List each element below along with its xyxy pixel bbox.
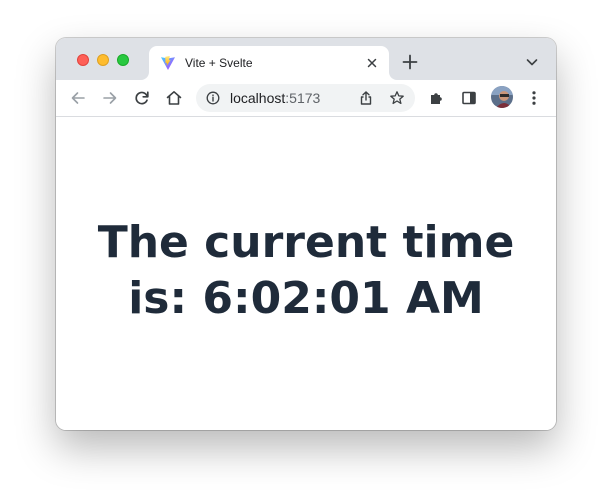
vite-logo-icon xyxy=(161,56,175,70)
time-line-1: The current time xyxy=(97,217,515,268)
browser-window: Vite + Svelte localhost:5173 The current… xyxy=(56,38,556,430)
tab-strip: Vite + Svelte xyxy=(56,38,556,80)
window-minimize-button[interactable] xyxy=(97,54,109,66)
page-viewport: The current time is: 6:02:01 AM xyxy=(56,117,556,430)
close-icon[interactable] xyxy=(365,56,379,70)
side-panel-icon[interactable] xyxy=(459,88,479,108)
tab-title: Vite + Svelte xyxy=(185,56,253,70)
star-icon[interactable] xyxy=(389,90,405,106)
profile-photo-icon xyxy=(491,86,513,108)
chevron-down-icon[interactable] xyxy=(524,54,540,70)
window-close-button[interactable] xyxy=(77,54,89,66)
plus-icon[interactable] xyxy=(400,52,420,72)
address-bar[interactable]: localhost:5173 xyxy=(196,84,415,112)
toolbar: localhost:5173 xyxy=(56,80,556,117)
home-icon[interactable] xyxy=(164,88,184,108)
kebab-menu-icon[interactable] xyxy=(524,88,544,108)
url-text[interactable]: localhost:5173 xyxy=(230,90,320,106)
time-line-2: is: 6:02:01 AM xyxy=(128,273,484,324)
url-port: :5173 xyxy=(285,90,321,106)
arrow-right-icon[interactable] xyxy=(100,88,120,108)
arrow-left-icon[interactable] xyxy=(68,88,88,108)
info-icon[interactable] xyxy=(206,91,220,105)
puzzle-icon[interactable] xyxy=(427,88,447,108)
url-host: localhost xyxy=(230,90,286,106)
window-maximize-button[interactable] xyxy=(117,54,129,66)
share-icon[interactable] xyxy=(358,90,374,106)
tab-active[interactable]: Vite + Svelte xyxy=(149,46,389,80)
current-time-heading: The current time is: 6:02:01 AM xyxy=(56,215,556,327)
avatar[interactable] xyxy=(491,86,513,108)
reload-icon[interactable] xyxy=(132,88,152,108)
